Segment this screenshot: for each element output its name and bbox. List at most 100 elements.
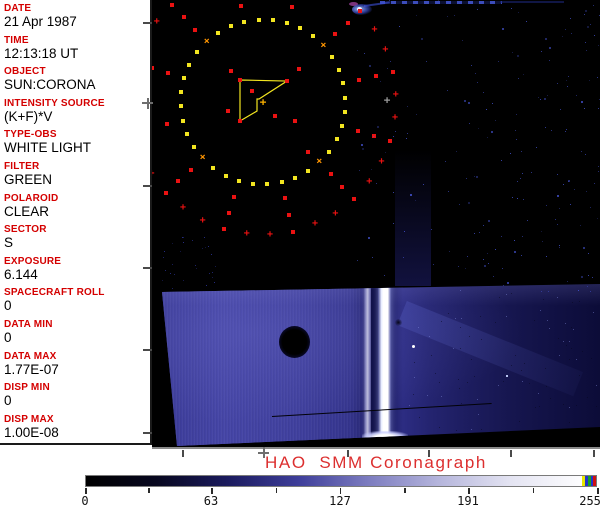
calibration-dot	[345, 20, 350, 25]
noise-speck	[458, 204, 460, 206]
noise-speck	[586, 191, 588, 193]
colorbar-tick-label: 0	[81, 494, 89, 508]
coronagraph-display-window: DATE 21 Apr 1987 TIME 12:13:18 UT OBJECT SU…	[0, 0, 600, 512]
noise-speck	[585, 10, 588, 13]
noise-speck	[395, 131, 397, 133]
noise-speck	[578, 290, 580, 292]
noise-speck	[483, 258, 485, 260]
noise-speck	[559, 207, 561, 209]
noise-speck	[566, 280, 568, 282]
noise-speck	[540, 99, 542, 101]
noise-speck	[456, 151, 458, 153]
noise-speck	[580, 224, 582, 226]
noise-speck	[403, 231, 405, 233]
noise-speck	[384, 275, 386, 277]
noise-speck	[598, 45, 600, 47]
calibration-dot	[342, 110, 347, 115]
noise-speck	[588, 275, 590, 277]
noise-speck	[445, 160, 447, 162]
noise-speck	[212, 277, 214, 279]
noise-speck	[557, 174, 559, 176]
noise-speck	[386, 68, 388, 70]
calibration-cross: +	[382, 44, 389, 56]
calibration-cross: +	[243, 228, 250, 239]
calibration-dot	[305, 169, 310, 174]
noise-speck	[543, 98, 546, 101]
noise-speck	[526, 21, 528, 23]
noise-speck	[447, 15, 449, 17]
noise-speck	[583, 13, 585, 15]
calibration-dot	[374, 73, 379, 78]
noise-speck	[403, 257, 405, 259]
calibration-dot	[236, 178, 241, 183]
noise-speck	[547, 95, 549, 97]
noise-speck	[590, 206, 592, 208]
calibration-dot	[293, 119, 297, 123]
calibration-dot	[227, 210, 232, 215]
field-value: 0	[4, 329, 12, 345]
noise-speck	[583, 247, 586, 250]
calibration-cross: +	[392, 89, 399, 101]
noise-speck	[583, 107, 585, 109]
noise-speck	[597, 217, 599, 219]
calibration-dot	[341, 81, 346, 86]
colorbar-tick-label: 63	[203, 494, 219, 508]
noise-speck	[179, 251, 181, 253]
calibration-dot	[310, 34, 315, 39]
noise-speck	[568, 181, 570, 183]
field-exposure: EXPOSURE 6.144	[0, 256, 150, 282]
noise-speck	[469, 122, 471, 124]
noise-speck	[214, 266, 216, 268]
noise-speck	[542, 241, 544, 243]
field-value: 21 Apr 1987	[4, 14, 77, 29]
noise-speck	[515, 113, 517, 115]
colorbar-minor-tick	[532, 488, 535, 493]
noise-speck	[358, 169, 360, 171]
noise-speck	[556, 194, 559, 197]
calibration-dot	[336, 67, 341, 72]
field-spacecraft-roll: SPACECRAFT ROLL 0	[0, 287, 150, 313]
noise-speck	[587, 26, 590, 29]
field-time: TIME 12:13:18 UT	[0, 35, 150, 61]
colorbar-tick-label: 255	[579, 494, 600, 508]
noise-speck	[208, 246, 210, 248]
noise-speck	[580, 151, 582, 153]
noise-speck	[568, 75, 570, 77]
noise-speck	[495, 249, 497, 251]
field-date: DATE 21 Apr 1987	[0, 3, 150, 29]
noise-speck	[546, 256, 548, 258]
noise-speck	[556, 82, 558, 84]
calibration-dot	[195, 50, 200, 55]
noise-speck	[491, 130, 494, 133]
noise-speck	[586, 49, 588, 51]
colorbar-minor-tick	[275, 488, 278, 493]
noise-speck	[446, 89, 448, 91]
noise-speck	[425, 60, 427, 62]
calibration-dot	[163, 190, 168, 195]
diagonal-x-mark: ×	[203, 35, 210, 47]
noise-speck	[182, 237, 184, 239]
colorbar-saturation-stripes	[582, 476, 596, 486]
noise-speck	[461, 39, 463, 41]
colorbar	[85, 475, 597, 487]
noise-speck	[559, 108, 561, 110]
noise-speck	[410, 193, 413, 196]
noise-speck	[182, 279, 184, 281]
field-label: INTENSITY SOURCE	[4, 97, 105, 109]
field-value: (K+F)*V	[4, 108, 53, 124]
calibration-dot	[242, 19, 247, 24]
noise-speck	[415, 14, 417, 16]
left-edge-tick	[143, 267, 152, 269]
calibration-dot	[226, 109, 230, 113]
calibration-dot	[265, 182, 270, 187]
noise-speck	[478, 232, 480, 234]
noise-speck	[548, 291, 550, 293]
noise-speck	[173, 274, 175, 276]
noise-speck	[457, 266, 459, 268]
noise-speck	[584, 42, 586, 44]
calibration-cross: +	[179, 202, 186, 214]
noise-speck	[574, 188, 576, 190]
noise-speck	[471, 64, 473, 66]
noise-speck	[597, 171, 599, 173]
field-data-min: DATA MIN 0	[0, 319, 150, 345]
